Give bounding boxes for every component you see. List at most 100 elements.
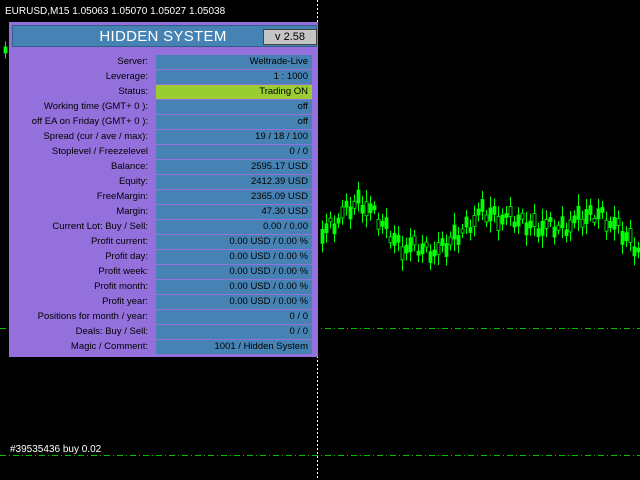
candle-body [612, 216, 617, 230]
candle-body [440, 238, 445, 246]
candle-body [576, 205, 581, 220]
candle-body [500, 214, 505, 225]
candle-body [352, 200, 357, 209]
info-row: Stoplevel / Freezelevel 0 / 0 [9, 145, 318, 160]
candle-body [376, 218, 381, 230]
candle-body [448, 236, 453, 246]
info-row-value: 0.00 USD / 0.00 % [156, 295, 312, 309]
candle-body [520, 212, 525, 220]
info-row-label: off EA on Friday (GMT+ 0 ): [31, 116, 148, 127]
version-button[interactable]: v 2.58 [263, 29, 317, 45]
candle-body [340, 206, 345, 219]
chart-symbol-header: EURUSD,M15 1.05063 1.05070 1.05027 1.050… [5, 6, 226, 17]
info-row-value: 0.00 / 0.00 [156, 220, 312, 234]
candle-body [428, 251, 433, 264]
info-row-label: Server: [117, 56, 148, 67]
info-row-value: 1001 / Hidden System [156, 340, 312, 354]
candle-body [620, 230, 625, 245]
candle-body [592, 217, 597, 223]
candle-body [556, 224, 561, 231]
candle-body [560, 216, 565, 229]
info-row: Profit month: 0.00 USD / 0.00 % [9, 280, 318, 295]
info-row-value: off [156, 115, 312, 129]
hidden-system-panel: HIDDEN SYSTEM v 2.58 Server: Weltrade-Liv… [9, 22, 318, 357]
candle-body [528, 220, 533, 229]
info-row-label: Leverage: [105, 71, 148, 82]
info-row-value: 19 / 18 / 100 [156, 130, 312, 144]
info-row: Deals: Buy / Sell: 0 / 0 [9, 325, 318, 340]
candle-body [596, 208, 601, 220]
info-row-label: Stoplevel / Freezelevel [51, 146, 148, 157]
candle-body [484, 214, 489, 223]
candle-body [384, 217, 389, 230]
candle-body [408, 237, 413, 253]
info-row-label: Margin: [116, 206, 148, 217]
candle-body [368, 203, 373, 214]
candle-body [608, 221, 613, 228]
info-row-label: FreeMargin: [96, 191, 148, 202]
candle-body [344, 200, 349, 208]
info-row: Profit day: 0.00 USD / 0.00 % [9, 250, 318, 265]
candle-body [492, 206, 497, 215]
candle-body [444, 243, 449, 257]
candle-body [616, 218, 621, 227]
candle-body [508, 206, 513, 217]
candle-body [604, 219, 609, 232]
info-row: FreeMargin: 2365.09 USD [9, 190, 318, 205]
candle-body [452, 224, 457, 240]
candle-body [396, 234, 401, 243]
candle-body [3, 46, 8, 54]
candle-body [472, 215, 477, 227]
candle-body [336, 217, 341, 224]
info-row-label: Profit day: [105, 251, 148, 262]
candle-body [388, 236, 393, 244]
candle-body [420, 243, 425, 255]
info-row-label: Status: [118, 86, 148, 97]
candle-body [628, 228, 633, 243]
info-row-value: 47.30 USD [156, 205, 312, 219]
info-row-label: Profit month: [94, 281, 148, 292]
panel-title-bar: HIDDEN SYSTEM v 2.58 [12, 25, 317, 47]
info-row: Profit current: 0.00 USD / 0.00 % [9, 235, 318, 250]
info-row: Leverage: 1 : 1000 [9, 70, 318, 85]
info-row-value: 2595.17 USD [156, 160, 312, 174]
candle-body [320, 228, 325, 244]
info-row-value: 0.00 USD / 0.00 % [156, 235, 312, 249]
info-row: Positions for month / year: 0 / 0 [9, 310, 318, 325]
info-row-label: Spread (cur / ave / max): [43, 131, 148, 142]
info-row: Server: Weltrade-Live [9, 55, 318, 70]
info-row-label: Profit year: [102, 296, 148, 307]
candle-body [624, 232, 629, 242]
info-row-label: Profit week: [98, 266, 148, 277]
info-row-value: 0.00 USD / 0.00 % [156, 265, 312, 279]
candle-body [460, 228, 465, 234]
info-row-value: 0 / 0 [156, 325, 312, 339]
candle-body [356, 189, 361, 204]
candle-body [372, 205, 377, 211]
candle-body [424, 241, 429, 248]
candle-body [488, 207, 493, 222]
candle-body [404, 244, 409, 254]
candle-body [512, 221, 517, 228]
candle-body [564, 229, 569, 237]
candle-body [360, 204, 365, 214]
candle-body [480, 199, 485, 212]
info-row: Equity: 2412.39 USD [9, 175, 318, 190]
info-row: off EA on Friday (GMT+ 0 ): off [9, 115, 318, 130]
info-row-value: 0.00 USD / 0.00 % [156, 250, 312, 264]
info-row-label: Positions for month / year: [37, 311, 148, 322]
candle-body [324, 223, 329, 234]
candle-body [468, 227, 473, 233]
info-row: Working time (GMT+ 0 ): off [9, 100, 318, 115]
info-row-value: 0 / 0 [156, 310, 312, 324]
info-row: Current Lot: Buy / Sell: 0.00 / 0.00 [9, 220, 318, 235]
candle-body [552, 226, 557, 238]
info-row-label: Balance: [111, 161, 148, 172]
candle-body [524, 222, 529, 236]
info-row-value: 0 / 0 [156, 145, 312, 159]
candle-body [540, 220, 545, 236]
candle-body [348, 206, 353, 220]
candle-body [516, 214, 521, 227]
info-row-value: 2412.39 USD [156, 175, 312, 189]
candle-body [400, 246, 405, 261]
